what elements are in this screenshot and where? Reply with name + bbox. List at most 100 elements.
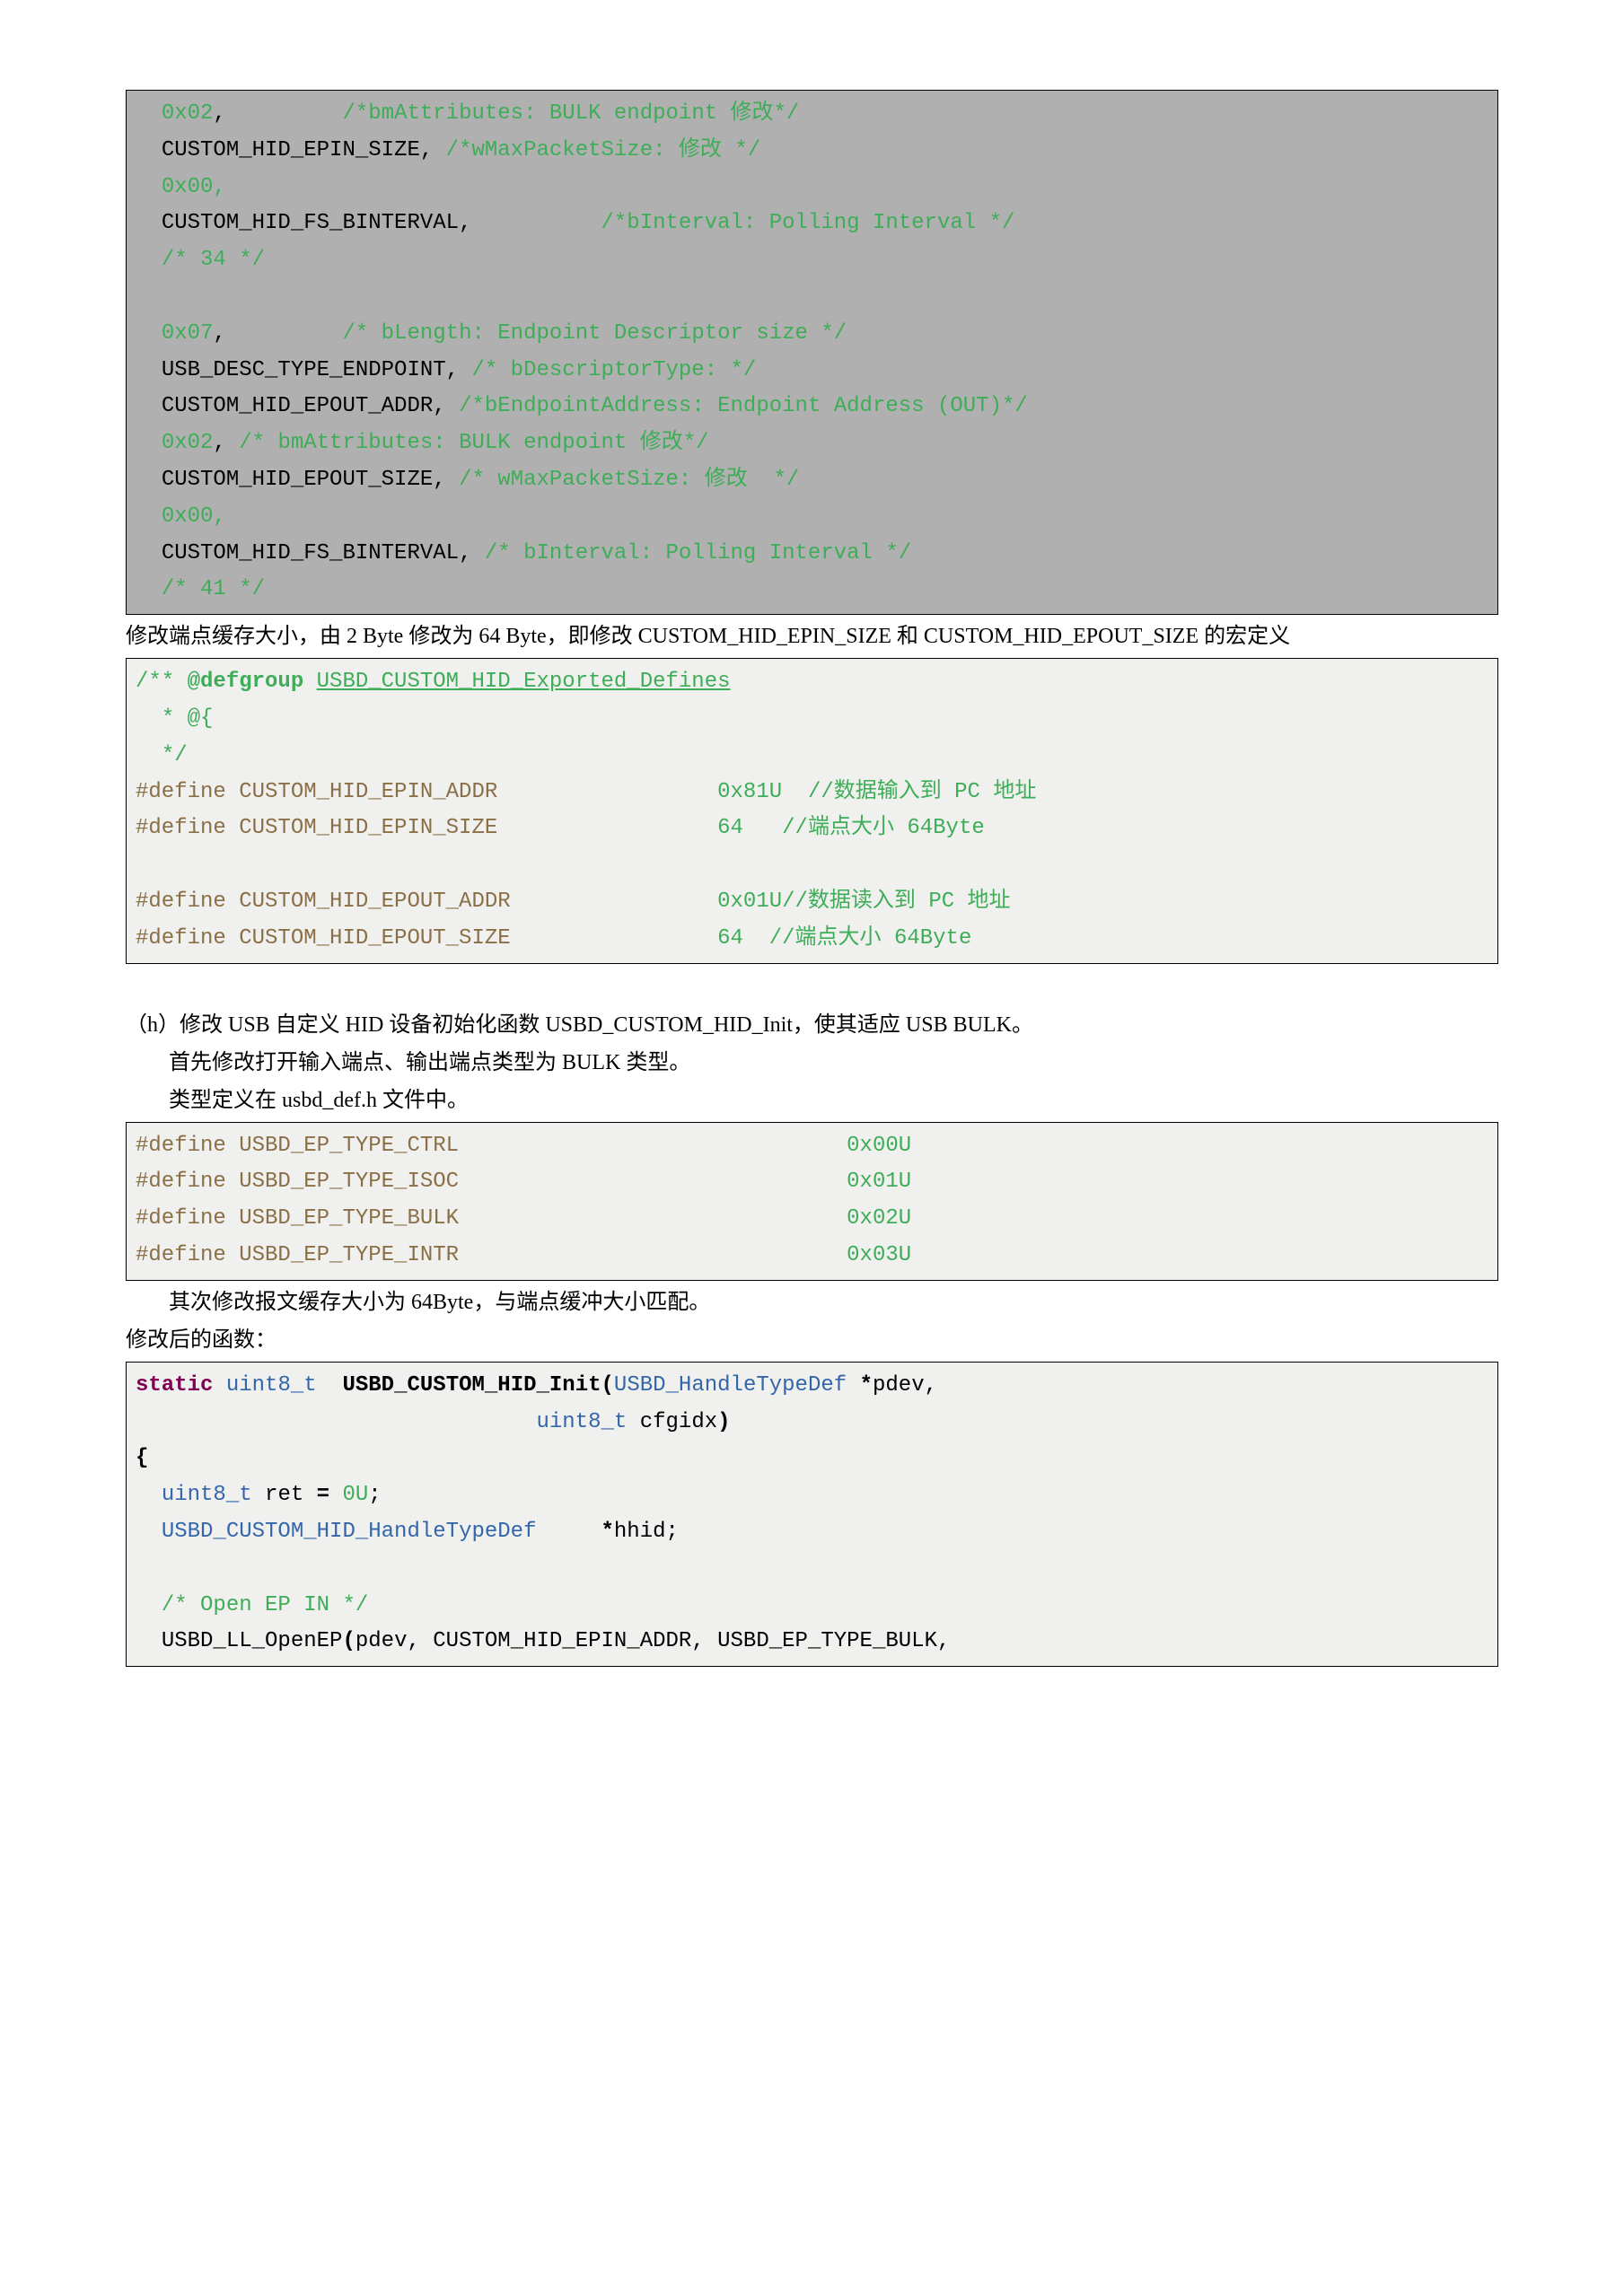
code-token: /* bInterval: Polling Interval */ — [485, 541, 911, 565]
code-token — [136, 1410, 536, 1434]
code-token: 0x02U — [847, 1206, 911, 1231]
code-token: USBD_LL_OpenEP — [136, 1629, 342, 1653]
code-token: hhid; — [614, 1520, 679, 1544]
code-token — [213, 1373, 225, 1398]
code-token: /*bEndpointAddress: Endpoint Address (OU… — [459, 394, 1028, 418]
code-token — [303, 670, 316, 694]
code-token: , — [213, 504, 225, 529]
code-token: { — [136, 1446, 148, 1470]
code-block-a: 0x02, /*bmAttributes: BULK endpoint 修改*/… — [126, 90, 1498, 615]
code-token: USBD_HandleTypeDef — [614, 1373, 847, 1398]
code-token: #define CUSTOM_HID_EPIN_SIZE — [136, 816, 717, 840]
code-token: //端点大小 64Byte — [782, 816, 985, 840]
code-token — [317, 1373, 343, 1398]
code-token: ( — [342, 1629, 355, 1653]
code-token: 0x01U — [847, 1170, 911, 1194]
code-token: * @{ — [136, 706, 213, 731]
paragraph-2b: 首先修改打开输入端点、输出端点类型为 BULK 类型。 — [126, 1047, 1498, 1079]
code-token: USB_DESC_TYPE_ENDPOINT, — [136, 358, 471, 382]
code-token — [136, 1556, 148, 1581]
code-token — [136, 248, 162, 272]
code-token — [136, 1593, 162, 1617]
paragraph-2c: 类型定义在 usbd_def.h 文件中。 — [126, 1084, 1498, 1117]
code-token — [136, 853, 148, 877]
code-token: 0x07 — [162, 321, 214, 346]
code-token: #define USBD_EP_TYPE_ISOC — [136, 1170, 847, 1194]
spacer — [126, 968, 1498, 1003]
code-token: , — [213, 321, 342, 346]
code-token: USBD_CUSTOM_HID_HandleTypeDef — [162, 1520, 537, 1544]
code-token — [136, 431, 162, 455]
code-token: 64 — [717, 816, 743, 840]
code-token: */ — [136, 743, 188, 767]
code-token: uint8_t — [226, 1373, 317, 1398]
code-token — [136, 504, 162, 529]
code-token: 0x02 — [162, 101, 214, 126]
code-token: USBD_CUSTOM_HID_Exported_Defines — [317, 670, 731, 694]
code-token: /* bmAttributes: BULK endpoint 修改*/ — [239, 431, 708, 455]
code-token: /*wMaxPacketSize: 修改 */ — [446, 138, 760, 162]
code-token: 64 — [717, 926, 743, 951]
code-token: 0x81U — [717, 780, 782, 804]
code-token — [136, 577, 162, 601]
code-block-d: static uint8_t USBD_CUSTOM_HID_Init(USBD… — [126, 1362, 1498, 1667]
code-token: cfgidx — [627, 1410, 717, 1434]
code-token: ; — [368, 1483, 381, 1507]
code-token: CUSTOM_HID_EPIN_SIZE, — [136, 138, 446, 162]
code-token: , — [213, 175, 225, 199]
code-token: static — [136, 1373, 213, 1398]
code-token: ) — [717, 1410, 730, 1434]
code-token: , — [213, 101, 342, 126]
code-token: uint8_t — [162, 1483, 252, 1507]
code-token: 0x03U — [847, 1243, 911, 1267]
code-token: 0x00 — [162, 175, 214, 199]
code-token: uint8_t — [536, 1410, 627, 1434]
code-token: /* bDescriptorType: */ — [471, 358, 756, 382]
code-token — [782, 780, 808, 804]
code-token: /*bInterval: Polling Interval */ — [601, 211, 1015, 235]
code-token: #define USBD_EP_TYPE_BULK — [136, 1206, 847, 1231]
code-token: pdev, — [873, 1373, 937, 1398]
code-token — [136, 285, 148, 309]
code-token: /* bLength: Endpoint Descriptor size */ — [342, 321, 847, 346]
code-token — [536, 1520, 601, 1544]
code-token: /*bmAttributes: BULK endpoint 修改*/ — [342, 101, 799, 126]
code-token: #define CUSTOM_HID_EPOUT_SIZE — [136, 926, 717, 951]
code-token — [743, 926, 769, 951]
code-token: = — [317, 1483, 329, 1507]
code-token: //数据读入到 PC 地址 — [782, 889, 1010, 914]
code-token: 0x00 — [162, 504, 214, 529]
paragraph-1: 修改端点缓存大小，由 2 Byte 修改为 64 Byte，即修改 CUSTOM… — [126, 620, 1498, 653]
code-token: /* wMaxPacketSize: 修改 */ — [459, 468, 799, 492]
code-token: @defgroup — [188, 670, 304, 694]
code-block-b: /** @defgroup USBD_CUSTOM_HID_Exported_D… — [126, 658, 1498, 963]
code-token: #define USBD_EP_TYPE_CTRL — [136, 1134, 847, 1158]
code-token: 0x02 — [162, 431, 214, 455]
code-token — [847, 1373, 859, 1398]
code-token: #define USBD_EP_TYPE_INTR — [136, 1243, 847, 1267]
code-token — [329, 1483, 342, 1507]
code-token: ret — [252, 1483, 317, 1507]
code-token: , — [213, 431, 239, 455]
code-token: /** — [136, 670, 188, 694]
code-block-c: #define USBD_EP_TYPE_CTRL 0x00U #define … — [126, 1122, 1498, 1281]
code-token: #define CUSTOM_HID_EPIN_ADDR — [136, 780, 717, 804]
code-token — [743, 816, 782, 840]
code-token: CUSTOM_HID_EPOUT_ADDR, — [136, 394, 459, 418]
code-token: #define CUSTOM_HID_EPOUT_ADDR — [136, 889, 717, 914]
paragraph-2a: （h）修改 USB 自定义 HID 设备初始化函数 USBD_CUSTOM_HI… — [126, 1009, 1498, 1041]
code-token: CUSTOM_HID_FS_BINTERVAL, — [136, 541, 485, 565]
code-token: /* Open EP IN */ — [162, 1593, 368, 1617]
code-token: * — [601, 1520, 614, 1544]
code-token: CUSTOM_HID_EPOUT_SIZE, — [136, 468, 459, 492]
code-token: //端点大小 64Byte — [769, 926, 972, 951]
paragraph-4: 修改后的函数： — [126, 1324, 1498, 1356]
paragraph-3: 其次修改报文缓存大小为 64Byte，与端点缓冲大小匹配。 — [126, 1286, 1498, 1319]
code-token: //数据输入到 PC 地址 — [808, 780, 1036, 804]
code-token: pdev, CUSTOM_HID_EPIN_ADDR, USBD_EP_TYPE… — [356, 1629, 951, 1653]
code-token — [136, 175, 162, 199]
code-token: ( — [601, 1373, 614, 1398]
code-token: CUSTOM_HID_FS_BINTERVAL, — [136, 211, 601, 235]
code-token: USBD_CUSTOM_HID_Init — [342, 1373, 601, 1398]
code-token: /* 34 */ — [162, 248, 265, 272]
